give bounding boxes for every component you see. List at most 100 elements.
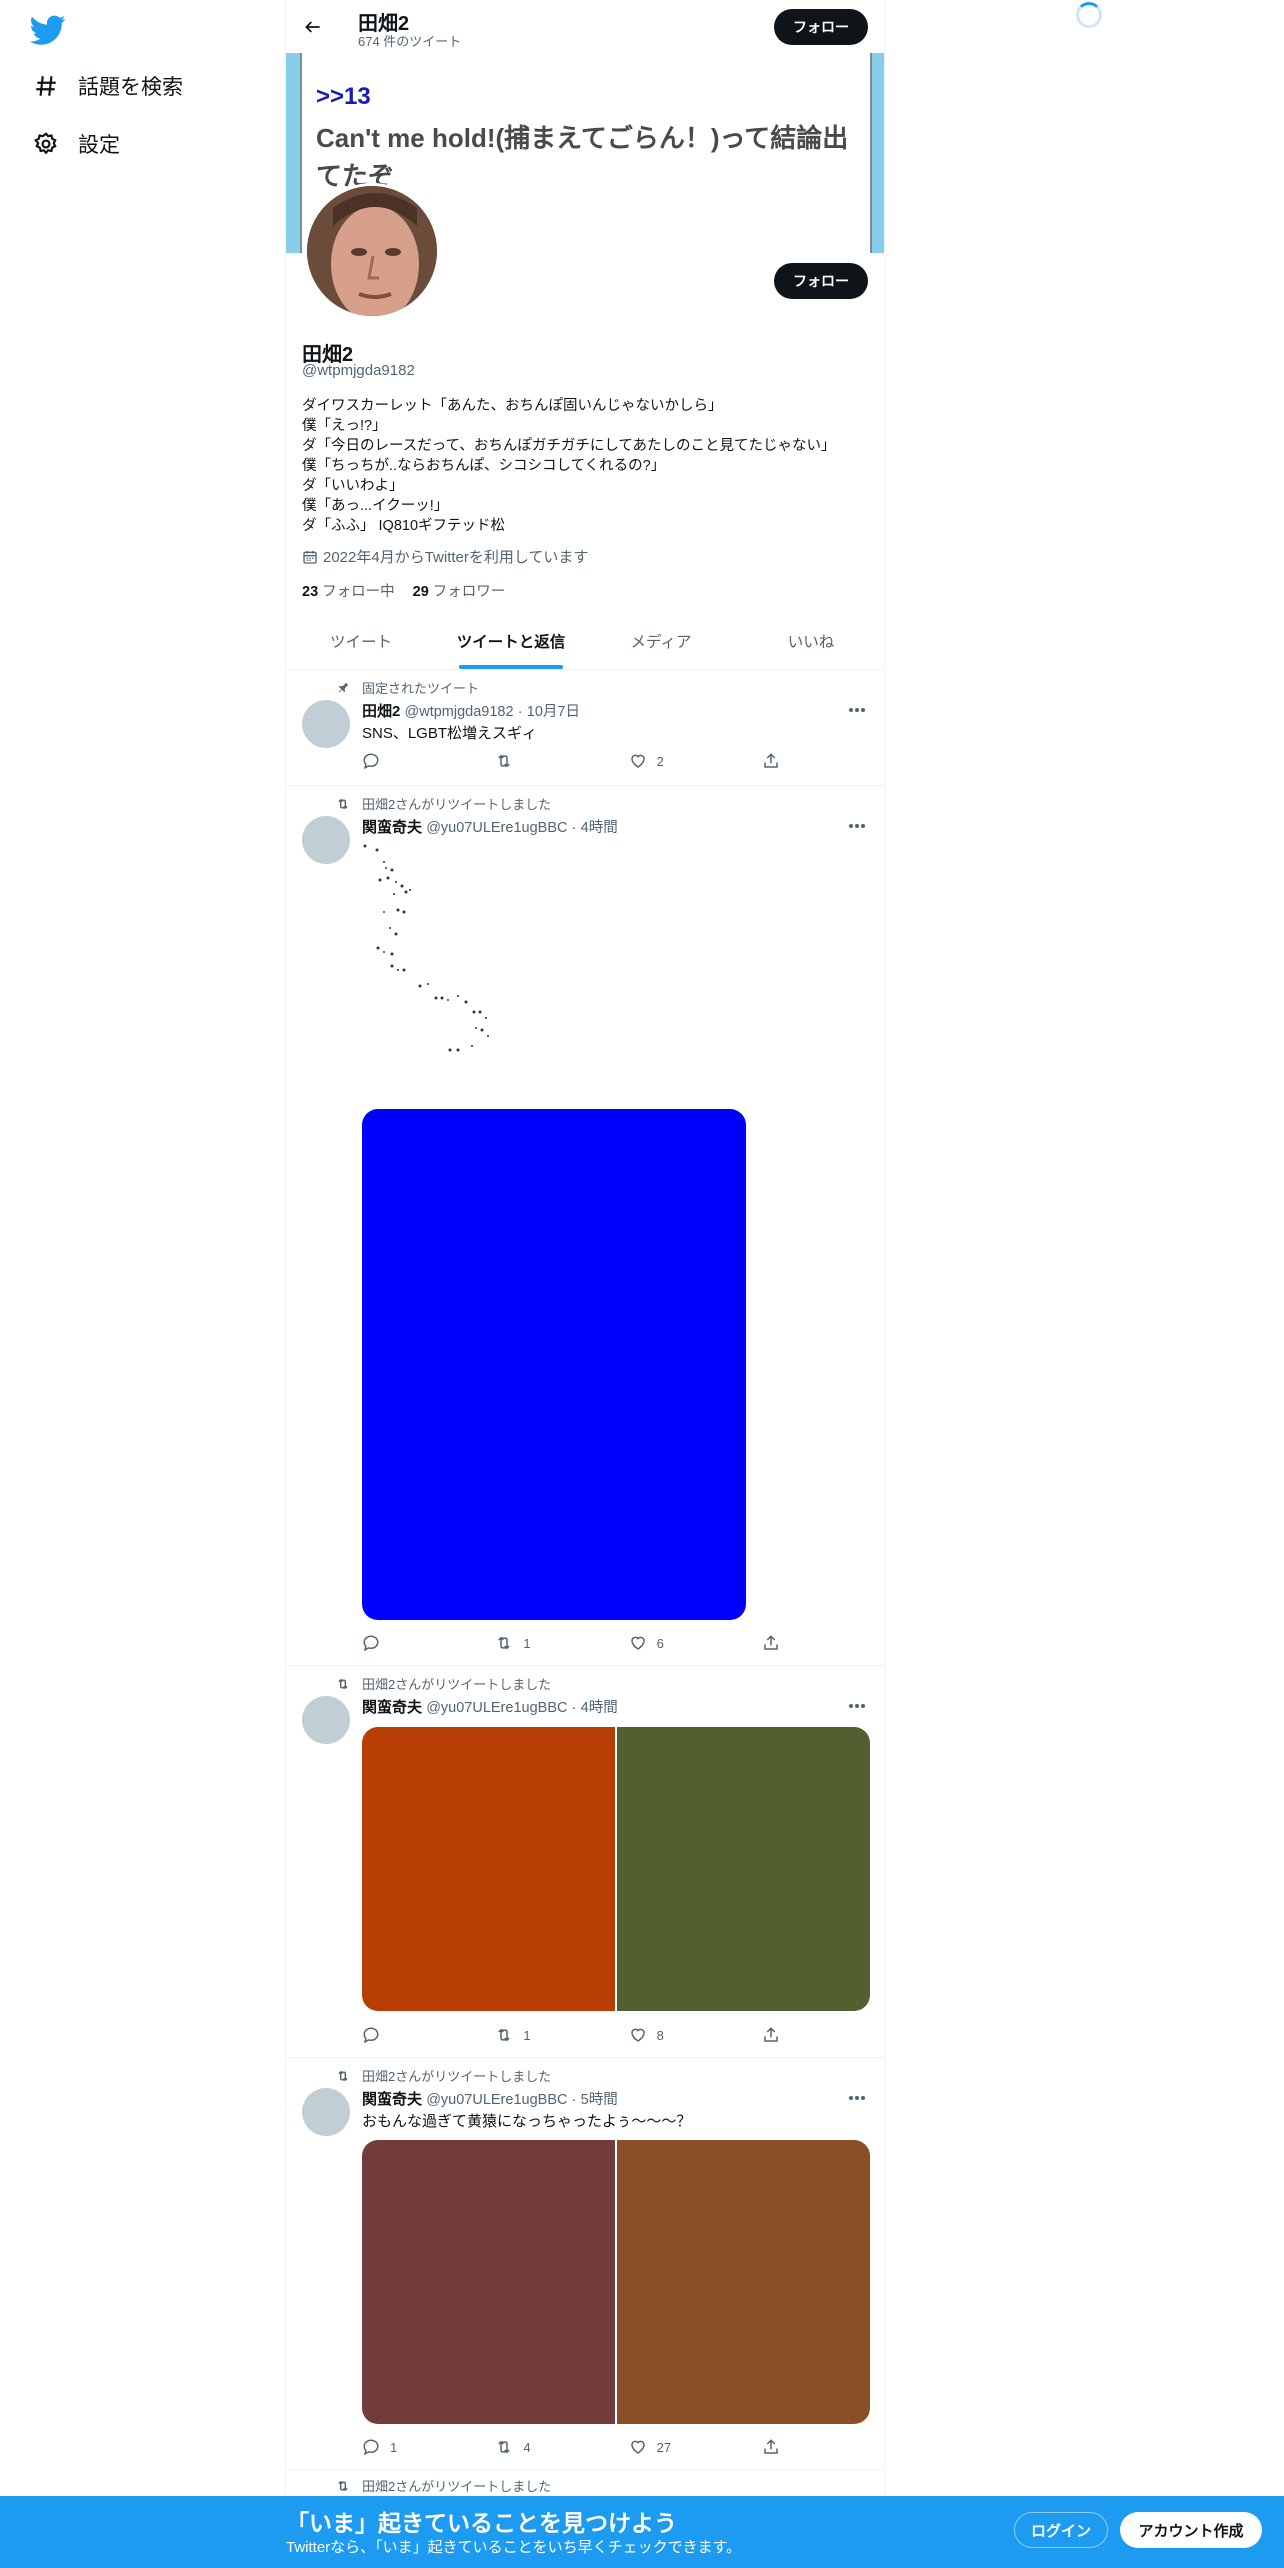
tweet-author-name[interactable]: 関蛮奇夫 (362, 1699, 422, 1716)
avatar[interactable] (302, 700, 350, 748)
tweet-time[interactable]: 4時間 (581, 1700, 618, 1716)
media-image[interactable] (617, 1727, 870, 2011)
more-options-button[interactable] (842, 2088, 872, 2108)
tweet-author-handle[interactable]: @yu07ULEre1ugBBC (426, 820, 567, 836)
context-label: 田畑2さんがリツイートしました (362, 1677, 552, 1692)
tweet-author-handle[interactable]: @yu07ULEre1ugBBC (426, 2092, 567, 2108)
retweet-button[interactable]: 1 (495, 1634, 583, 1652)
heart-icon (630, 1636, 645, 1650)
more-options-button[interactable] (842, 816, 872, 836)
share-button[interactable] (762, 752, 782, 770)
share-icon (764, 1635, 778, 1650)
tab-tweets-and-replies[interactable]: ツイートと返信 (436, 612, 586, 669)
retweet-context-icon (334, 2479, 350, 2493)
sidebar-item-label: 設定 (78, 134, 120, 157)
tweet-time[interactable]: 4時間 (581, 820, 618, 836)
avatar[interactable] (302, 816, 350, 864)
like-count: 27 (656, 2439, 672, 2455)
prompt-title: 「いま」起きていることを見つけよう (286, 2510, 677, 2536)
login-button[interactable]: ログイン (1014, 2512, 1108, 2548)
retweet-icon (498, 1636, 511, 1650)
tweet-retweet[interactable]: 田畑2さんがリツイートしました 関蛮奇夫 @yu07ULEre1ugBBC · … (286, 2058, 884, 2470)
followers-label: フォロワー (432, 584, 506, 600)
tweet-author-name[interactable]: 関蛮奇夫 (362, 819, 422, 836)
more-options-button[interactable] (842, 700, 872, 720)
twitter-logo-icon[interactable] (30, 12, 66, 48)
back-button[interactable] (296, 10, 330, 44)
dot-art (363, 844, 489, 1052)
share-button[interactable] (762, 2438, 782, 2456)
tab-tweets[interactable]: ツイート (286, 612, 436, 669)
tweet-media[interactable] (362, 1109, 746, 1620)
tweet-time[interactable]: 10月7日 (527, 704, 580, 720)
like-button[interactable]: 2 (629, 752, 717, 770)
reply-button[interactable] (362, 752, 450, 770)
follow-button[interactable]: フォロー (774, 263, 868, 299)
share-icon (764, 2027, 778, 2042)
tweet-header: 関蛮奇夫 @yu07ULEre1ugBBC · 4時間 (362, 1696, 618, 1717)
retweet-count: 4 (523, 2439, 531, 2455)
reply-icon (363, 2027, 379, 2044)
tweet-media[interactable] (362, 2140, 870, 2424)
followers-link[interactable]: 29 フォロワー (413, 580, 506, 601)
retweet-button[interactable]: 1 (495, 2026, 583, 2044)
more-dots-icon (849, 824, 865, 828)
tweet-author-name[interactable]: 田畑2 (362, 703, 400, 720)
context-label: 田畑2さんがリツイートしました (362, 2479, 552, 2494)
more-dots-icon (849, 2096, 865, 2100)
reply-button[interactable] (362, 1634, 450, 1652)
sidebar-item-explore[interactable]: 話題を検索 (30, 66, 183, 106)
following-label: フォロー中 (322, 584, 395, 600)
tweet-retweet[interactable]: 田畑2さんがリツイートしました 関蛮奇夫 @yu07ULEre1ugBBC · … (286, 1666, 884, 2058)
heart-icon (630, 754, 645, 768)
profile-avatar[interactable] (304, 183, 440, 319)
tweet-pinned[interactable]: 固定されたツイート 田畑2 @wtpmjgda9182 · 10月7日 SNS、… (286, 670, 884, 786)
bio-line: 僕「あっ...イクーッ!」 (302, 498, 449, 514)
reply-button[interactable]: 1 (362, 2438, 450, 2456)
tab-media[interactable]: メディア (586, 612, 736, 669)
retweet-icon (498, 754, 511, 768)
tweet-media[interactable] (362, 1727, 870, 2011)
loading-spinner-icon (1076, 2, 1102, 28)
reply-icon (363, 753, 379, 770)
profile-header-bar: 田畑2 674 件のツイート フォロー (286, 0, 884, 53)
prompt-subtitle: Twitterなら、「いま」起きていることをいち早くチェックできます。 (286, 2539, 742, 2556)
like-button[interactable]: 6 (629, 1634, 717, 1652)
like-button[interactable]: 8 (629, 2026, 717, 2044)
reply-button[interactable] (362, 2026, 450, 2044)
tweet-header: 関蛮奇夫 @yu07ULEre1ugBBC · 4時間 (362, 816, 618, 837)
tab-likes[interactable]: いいね (736, 612, 884, 669)
tweet-text: SNS、LGBT松増えスギィ (362, 725, 538, 742)
retweet-button[interactable] (495, 752, 583, 770)
media-image[interactable] (362, 2140, 615, 2424)
avatar[interactable] (302, 1696, 350, 1744)
tweet-author-name[interactable]: 関蛮奇夫 (362, 2091, 422, 2108)
heart-icon (630, 2028, 645, 2042)
bio-line: 僕「えっ!?」 (302, 418, 387, 434)
media-image[interactable] (617, 2140, 870, 2424)
following-link[interactable]: 23 フォロー中 (302, 580, 395, 601)
tweet-context: 固定されたツイート (334, 678, 479, 697)
share-button[interactable] (762, 2026, 782, 2044)
follow-button-header[interactable]: フォロー (774, 9, 868, 45)
arrow-left-icon (305, 21, 320, 33)
tweet-header: 関蛮奇夫 @yu07ULEre1ugBBC · 5時間 (362, 2088, 618, 2109)
share-button[interactable] (762, 1634, 782, 1652)
avatar[interactable] (302, 2088, 350, 2136)
more-dots-icon (849, 1704, 865, 1708)
following-count: 23 (302, 584, 319, 600)
signup-button[interactable]: アカウント作成 (1120, 2512, 1262, 2548)
sidebar-item-settings[interactable]: 設定 (30, 124, 120, 164)
tweet-context: 田畑2さんがリツイートしました (334, 2476, 551, 2495)
like-button[interactable]: 27 (629, 2438, 717, 2456)
retweet-icon (498, 2028, 511, 2042)
tweet-author-handle[interactable]: @wtpmjgda9182 (405, 704, 514, 720)
tweet-author-handle[interactable]: @yu07ULEre1ugBBC (426, 1700, 567, 1716)
tweet-context: 田畑2さんがリツイートしました (334, 794, 551, 813)
tweet-time[interactable]: 5時間 (581, 2092, 618, 2108)
more-options-button[interactable] (842, 1696, 872, 1716)
separator-dot: · (571, 1700, 577, 1716)
retweet-button[interactable]: 4 (495, 2438, 583, 2456)
tweet-retweet[interactable]: 田畑2さんがリツイートしました 関蛮奇夫 @yu07ULEre1ugBBC · … (286, 786, 884, 1666)
media-image[interactable] (362, 1727, 615, 2011)
